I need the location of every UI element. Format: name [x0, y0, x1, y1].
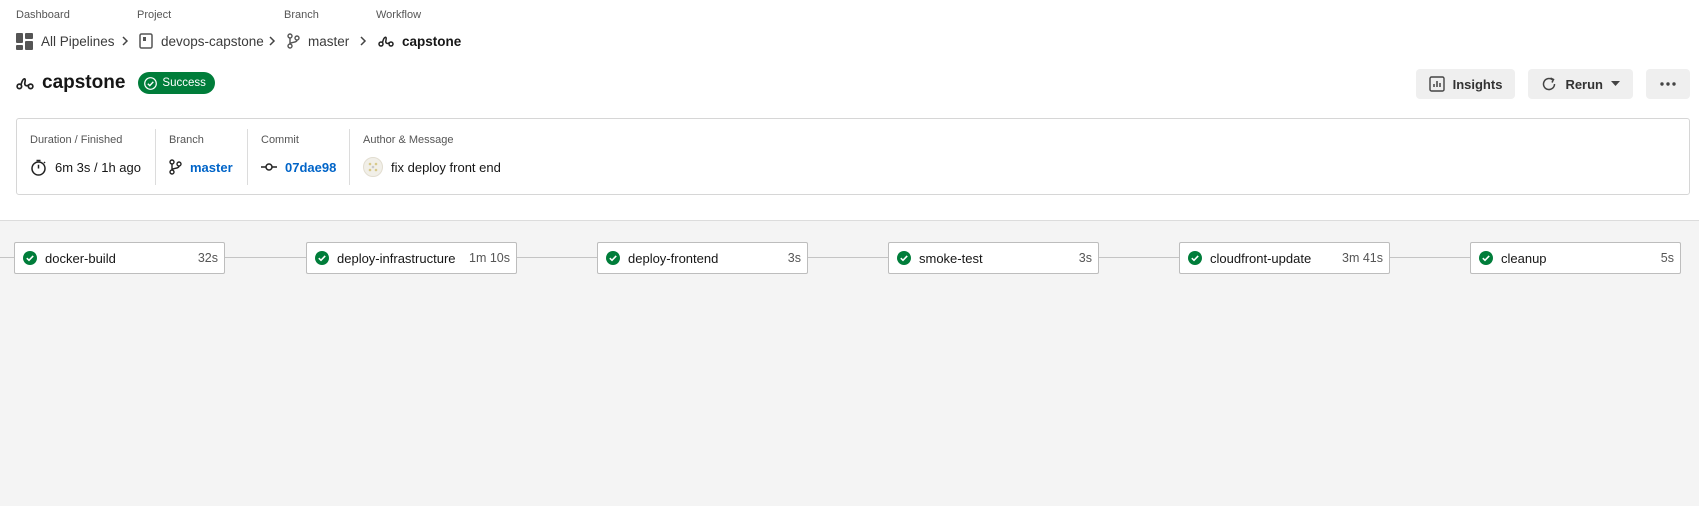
- job-docker-build[interactable]: docker-build 32s: [14, 242, 225, 274]
- status-badge: Success: [138, 72, 215, 94]
- breadcrumb-label-project: Project: [137, 9, 172, 21]
- job-duration: 5s: [1660, 251, 1674, 265]
- workflow-header: capstone Success: [16, 70, 215, 96]
- dashboard-icon: [16, 32, 33, 50]
- author-label: Author & Message: [363, 134, 454, 146]
- job-cleanup[interactable]: cleanup 5s: [1470, 242, 1681, 274]
- breadcrumb-label-workflow: Workflow: [376, 9, 422, 21]
- commit-icon: [261, 163, 277, 171]
- branch-icon: [169, 159, 182, 175]
- author-value-row: fix deploy front end: [363, 156, 501, 178]
- rerun-button[interactable]: Rerun: [1528, 69, 1633, 99]
- project-icon: [139, 33, 153, 49]
- connector: [516, 257, 598, 258]
- pipeline-canvas[interactable]: docker-build 32s deploy-infrastructure 1…: [0, 220, 1699, 506]
- bar-chart-icon: [1428, 76, 1445, 92]
- chevron-right-icon: [360, 36, 367, 46]
- check-circle-icon: [144, 76, 158, 90]
- job-duration: 32s: [197, 251, 218, 265]
- job-deploy-infrastructure[interactable]: deploy-infrastructure 1m 10s: [306, 242, 517, 274]
- breadcrumb: All Pipelines devops-capstone master cap…: [16, 30, 716, 52]
- job-smoke-test[interactable]: smoke-test 3s: [888, 242, 1099, 274]
- breadcrumb-project-label: devops-capstone: [161, 33, 264, 49]
- connector: [224, 257, 306, 258]
- success-check-icon: [897, 251, 911, 265]
- job-duration: 1m 10s: [469, 251, 510, 265]
- breadcrumb-label-branch: Branch: [284, 9, 319, 21]
- breadcrumb-labels: Dashboard Project Branch Workflow: [16, 9, 716, 23]
- breadcrumb-branch-label: master: [308, 33, 350, 49]
- insights-button[interactable]: Insights: [1415, 69, 1516, 99]
- commit-value-row[interactable]: 07dae98: [261, 156, 336, 178]
- success-check-icon: [23, 251, 37, 265]
- ellipsis-icon: [1660, 82, 1676, 86]
- success-check-icon: [606, 251, 620, 265]
- insights-button-label: Insights: [1452, 76, 1503, 92]
- job-duration: 3m 41s: [1342, 251, 1383, 265]
- more-options-button[interactable]: [1646, 69, 1690, 99]
- breadcrumb-dashboard[interactable]: All Pipelines: [16, 30, 115, 52]
- workflow-icon: [378, 36, 394, 47]
- breadcrumb-dashboard-label: All Pipelines: [41, 33, 115, 49]
- breadcrumb-label-dashboard: Dashboard: [16, 9, 70, 21]
- success-check-icon: [1188, 251, 1202, 265]
- commit-message: fix deploy front end: [391, 159, 501, 175]
- duration-value-row: 6m 3s / 1h ago: [30, 156, 141, 178]
- refresh-icon: [1543, 77, 1556, 91]
- branch-value-row[interactable]: master: [169, 156, 233, 178]
- job-deploy-frontend[interactable]: deploy-frontend 3s: [597, 242, 808, 274]
- success-check-icon: [315, 251, 329, 265]
- job-duration: 3s: [787, 251, 801, 265]
- duration-value: 6m 3s / 1h ago: [55, 159, 141, 175]
- breadcrumb-project[interactable]: devops-capstone: [139, 30, 264, 52]
- caret-down-icon: [1611, 81, 1620, 86]
- divider: [247, 129, 248, 185]
- chevron-right-icon: [269, 36, 276, 46]
- job-name: deploy-infrastructure: [337, 250, 456, 266]
- commit-link[interactable]: 07dae98: [285, 160, 336, 175]
- connector: [0, 257, 14, 258]
- connector: [1389, 257, 1471, 258]
- stopwatch-icon: [31, 159, 46, 176]
- job-name: smoke-test: [919, 250, 983, 266]
- commit-label: Commit: [261, 134, 299, 146]
- page-title: capstone: [42, 72, 126, 93]
- job-duration: 3s: [1078, 251, 1092, 265]
- divider: [155, 129, 156, 185]
- workflow-icon: [16, 78, 34, 90]
- connector: [807, 257, 889, 258]
- workflow-info-card: Duration / Finished 6m 3s / 1h ago Branc…: [16, 118, 1690, 195]
- job-name: cleanup: [1501, 250, 1547, 266]
- avatar-pattern-icon: [368, 162, 378, 172]
- header-actions: Insights Rerun: [1415, 69, 1690, 99]
- job-name: docker-build: [45, 250, 116, 266]
- status-badge-label: Success: [162, 77, 206, 89]
- duration-label: Duration / Finished: [30, 134, 123, 146]
- avatar[interactable]: [363, 157, 383, 177]
- branch-label: Branch: [169, 134, 204, 146]
- divider: [349, 129, 350, 185]
- job-name: cloudfront-update: [1210, 250, 1312, 266]
- branch-icon: [287, 33, 300, 49]
- success-check-icon: [1479, 251, 1493, 265]
- rerun-button-label: Rerun: [1565, 76, 1603, 92]
- breadcrumb-branch[interactable]: master: [287, 30, 349, 52]
- breadcrumb-workflow[interactable]: capstone: [378, 30, 461, 52]
- connector: [1098, 257, 1180, 258]
- chevron-right-icon: [122, 36, 129, 46]
- branch-link[interactable]: master: [190, 160, 233, 175]
- job-cloudfront-update[interactable]: cloudfront-update 3m 41s: [1179, 242, 1390, 274]
- job-name: deploy-frontend: [628, 250, 719, 266]
- breadcrumb-workflow-label: capstone: [402, 33, 462, 49]
